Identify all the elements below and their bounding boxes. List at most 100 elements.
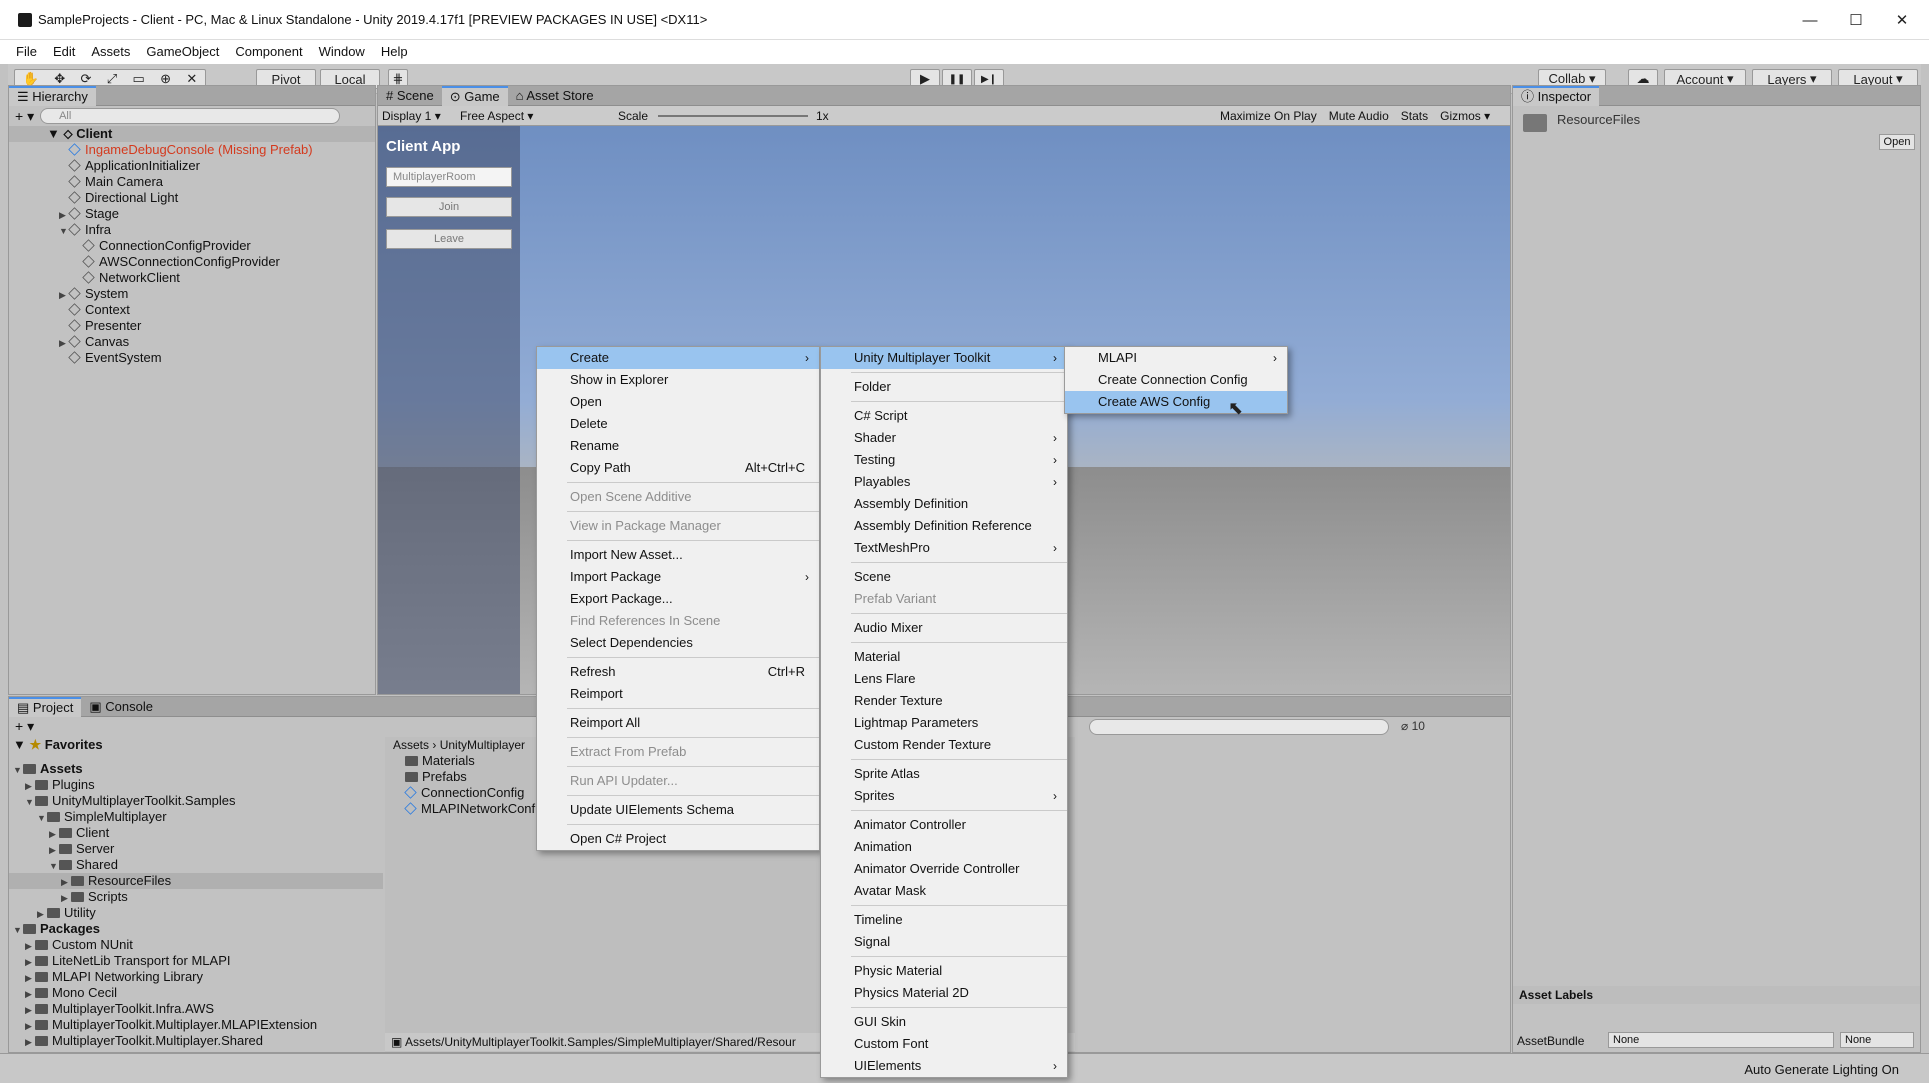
hierarchy-item[interactable]: NetworkClient — [9, 270, 375, 286]
menu-item-c-script[interactable]: C# Script — [821, 405, 1067, 427]
expand-arrow-icon[interactable]: ▶ — [37, 906, 47, 922]
project-tree-item[interactable]: ▶ MultiplayerToolkit.Multiplayer.MLAPIExt… — [9, 1017, 383, 1033]
expand-arrow-icon[interactable]: ▶ — [25, 1018, 35, 1034]
room-name-input[interactable]: MultiplayerRoom — [386, 167, 512, 187]
tab-scene[interactable]: # Scene — [378, 86, 442, 106]
menu-item-gui-skin[interactable]: GUI Skin — [821, 1011, 1067, 1033]
project-tree-item[interactable]: ▶ MLAPI Networking Library — [9, 969, 383, 985]
expand-arrow-icon[interactable]: ▼ — [13, 922, 23, 938]
expand-arrow-icon[interactable]: ▶ — [61, 874, 71, 890]
menu-item-textmeshpro[interactable]: TextMeshPro › — [821, 537, 1067, 559]
menu-item-animator-override-controller[interactable]: Animator Override Controller — [821, 858, 1067, 880]
menu-item-timeline[interactable]: Timeline — [821, 909, 1067, 931]
menu-item-create-aws-config[interactable]: Create AWS Config — [1065, 391, 1287, 413]
menu-item-custom-font[interactable]: Custom Font — [821, 1033, 1067, 1055]
aspect-dropdown[interactable]: Free Aspect ▾ — [456, 109, 614, 123]
leave-button[interactable]: Leave — [386, 229, 512, 249]
menu-edit[interactable]: Edit — [45, 40, 83, 64]
menu-item-unity-multiplayer-toolkit[interactable]: Unity Multiplayer Toolkit › — [821, 347, 1067, 369]
menu-item-update-uielements-schema[interactable]: Update UIElements Schema — [537, 799, 819, 821]
project-tree-item[interactable]: ▶ LiteNetLib Transport for MLAPI — [9, 953, 383, 969]
menu-item-audio-mixer[interactable]: Audio Mixer — [821, 617, 1067, 639]
hierarchy-item[interactable]: EventSystem — [9, 350, 375, 366]
expand-arrow-icon[interactable]: ▶ — [25, 1002, 35, 1018]
project-tree-item[interactable]: ▼ UnityMultiplayerToolkit.Samples — [9, 793, 383, 809]
project-tree-item[interactable]: ▼ Packages — [9, 921, 383, 937]
expand-arrow-icon[interactable]: ▶ — [49, 826, 59, 842]
project-add-icon[interactable]: + ▾ — [15, 718, 34, 735]
project-tree-item[interactable]: ▶ MultiplayerToolkit.Multiplayer.Shared — [9, 1033, 383, 1049]
minimize-button[interactable]: — — [1790, 6, 1830, 34]
hierarchy-item[interactable]: Main Camera — [9, 174, 375, 190]
add-icon[interactable]: + ▾ — [15, 108, 34, 125]
expand-arrow-icon[interactable]: ▶ — [25, 778, 35, 794]
project-search-input[interactable] — [1089, 719, 1389, 735]
menu-item-mlapi[interactable]: MLAPI › — [1065, 347, 1287, 369]
expand-arrow-icon[interactable]: ▶ — [61, 890, 71, 906]
menu-item-create[interactable]: Create › — [537, 347, 819, 369]
menu-item-avatar-mask[interactable]: Avatar Mask — [821, 880, 1067, 902]
project-tree-item[interactable]: ▶ Server — [9, 841, 383, 857]
favorites-row[interactable]: ▼ ★ Favorites — [9, 737, 383, 753]
menu-item-reimport[interactable]: Reimport — [537, 683, 819, 705]
project-tree-item[interactable]: ▶ Utility — [9, 905, 383, 921]
expand-arrow-icon[interactable]: ▼ — [25, 794, 35, 810]
maximize-on-play-toggle[interactable]: Maximize On Play — [1214, 109, 1323, 123]
menu-item-animator-controller[interactable]: Animator Controller — [821, 814, 1067, 836]
menu-item-show-in-explorer[interactable]: Show in Explorer — [537, 369, 819, 391]
menu-item-copy-path[interactable]: Copy Path Alt+Ctrl+C — [537, 457, 819, 479]
expand-arrow-icon[interactable]: ▶ — [49, 842, 59, 858]
menu-item-folder[interactable]: Folder — [821, 376, 1067, 398]
menu-item-assembly-definition-reference[interactable]: Assembly Definition Reference — [821, 515, 1067, 537]
expand-arrow-icon[interactable]: ▼ — [13, 762, 23, 778]
expand-arrow-icon[interactable]: ▼ — [37, 810, 47, 826]
menu-item-uielements[interactable]: UIElements › — [821, 1055, 1067, 1077]
expand-arrow-icon[interactable]: ▶ — [25, 938, 35, 954]
hidden-count[interactable]: ⌀ 10 — [1401, 719, 1425, 733]
project-tree-item[interactable]: ▼ SimpleMultiplayer — [9, 809, 383, 825]
menu-item-render-texture[interactable]: Render Texture — [821, 690, 1067, 712]
expand-arrow-icon[interactable]: ▶ — [59, 207, 69, 223]
expand-arrow-icon[interactable]: ▶ — [59, 335, 69, 351]
menu-assets[interactable]: Assets — [83, 40, 138, 64]
hierarchy-item[interactable]: ▶ Stage — [9, 206, 375, 222]
menu-gameobject[interactable]: GameObject — [138, 40, 227, 64]
project-tree-item[interactable]: ▶ Custom NUnit — [9, 937, 383, 953]
menu-item-physics-material-2d[interactable]: Physics Material 2D — [821, 982, 1067, 1004]
tab-project[interactable]: ▤ Project — [9, 696, 82, 717]
menu-item-playables[interactable]: Playables › — [821, 471, 1067, 493]
menu-item-reimport-all[interactable]: Reimport All — [537, 712, 819, 734]
expand-arrow-icon[interactable]: ▶ — [25, 970, 35, 986]
hierarchy-search-input[interactable]: All — [40, 108, 341, 124]
menu-item-assembly-definition[interactable]: Assembly Definition — [821, 493, 1067, 515]
open-button[interactable]: Open — [1879, 134, 1915, 150]
tab-hierarchy[interactable]: ☰ Hierarchy — [9, 85, 96, 106]
menu-item-select-dependencies[interactable]: Select Dependencies — [537, 632, 819, 654]
project-tree-item[interactable]: ▶ Mono Cecil — [9, 985, 383, 1001]
menu-item-rename[interactable]: Rename — [537, 435, 819, 457]
stats-toggle[interactable]: Stats — [1395, 109, 1434, 123]
menu-item-shader[interactable]: Shader › — [821, 427, 1067, 449]
close-button[interactable]: ✕ — [1882, 6, 1922, 34]
expand-arrow-icon[interactable]: ▼ — [49, 858, 59, 874]
hierarchy-item[interactable]: ▶ System — [9, 286, 375, 302]
gizmos-dropdown[interactable]: Gizmos ▾ — [1434, 109, 1496, 123]
menu-item-sprites[interactable]: Sprites › — [821, 785, 1067, 807]
tab-asset-store[interactable]: ⌂ Asset Store — [508, 86, 602, 106]
expand-arrow-icon[interactable]: ▶ — [25, 1034, 35, 1050]
project-tree-item[interactable]: ▶ MultiplayerToolkit.Infra.AWS — [9, 1001, 383, 1017]
hierarchy-item[interactable]: Presenter — [9, 318, 375, 334]
hierarchy-item[interactable]: Context — [9, 302, 375, 318]
menu-item-material[interactable]: Material — [821, 646, 1067, 668]
menu-help[interactable]: Help — [373, 40, 416, 64]
tab-game[interactable]: ⊙ Game — [441, 85, 508, 106]
menu-item-lightmap-parameters[interactable]: Lightmap Parameters — [821, 712, 1067, 734]
project-tree-item[interactable]: ▶ ResourceFiles — [9, 873, 383, 889]
expand-arrow-icon[interactable]: ▶ — [59, 287, 69, 303]
tab-console[interactable]: ▣ Console — [81, 697, 161, 717]
menu-item-delete[interactable]: Delete — [537, 413, 819, 435]
menu-item-lens-flare[interactable]: Lens Flare — [821, 668, 1067, 690]
project-tree-item[interactable]: ▼ Shared — [9, 857, 383, 873]
menu-item-custom-render-texture[interactable]: Custom Render Texture — [821, 734, 1067, 756]
project-tree-item[interactable]: ▶ Client — [9, 825, 383, 841]
